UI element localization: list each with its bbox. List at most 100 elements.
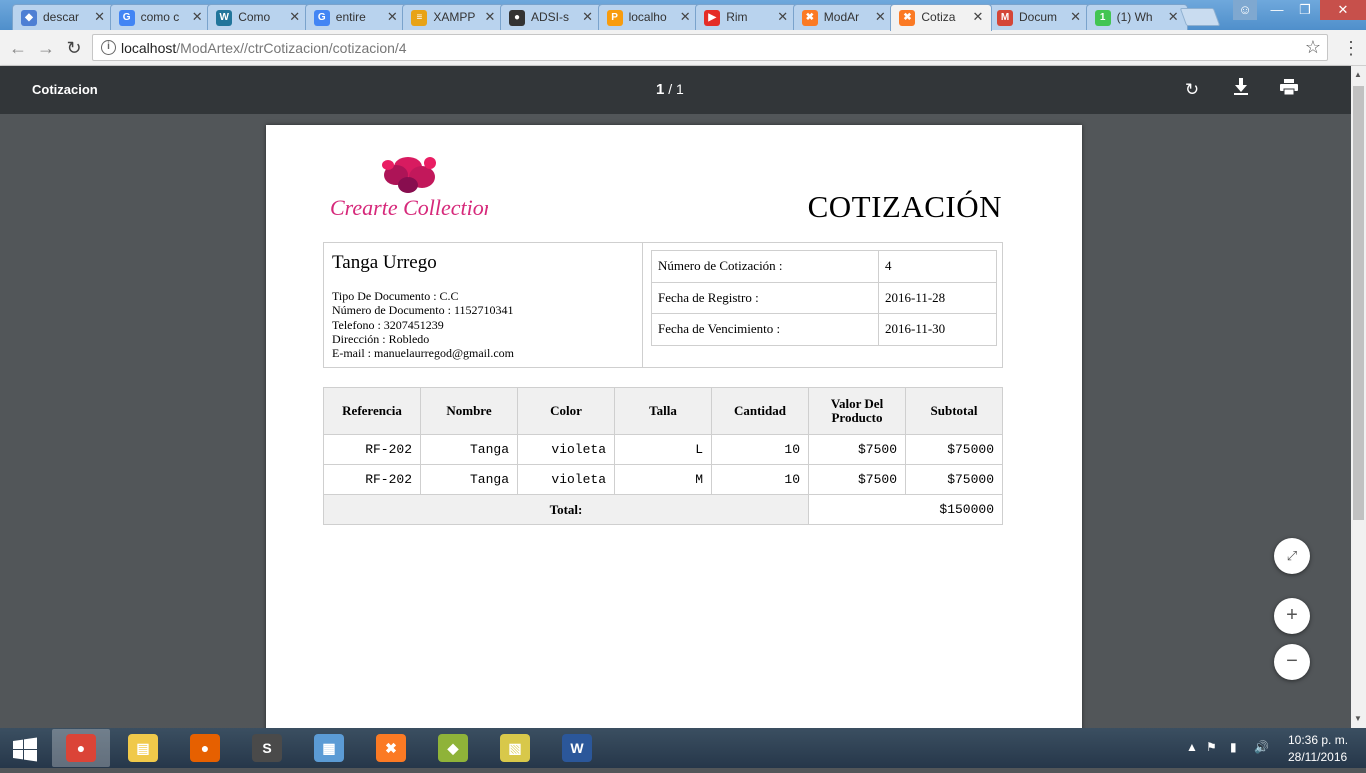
table-cell: $7500 bbox=[808, 434, 906, 465]
tab-close-icon[interactable]: ✕ bbox=[1070, 9, 1081, 25]
reload-icon[interactable]: ↻ bbox=[64, 38, 84, 58]
table-row: RF-202 Tanga violeta M 10 $7500 $75000 bbox=[323, 464, 1003, 495]
file-explorer-icon: ▤ bbox=[128, 734, 158, 762]
bookmark-star-icon[interactable]: ☆ bbox=[1305, 37, 1321, 58]
fit-to-page-icon[interactable]: ⤢ bbox=[1274, 538, 1310, 574]
tab-label: localho bbox=[628, 10, 667, 24]
meta-value: 4 bbox=[878, 250, 997, 283]
tab[interactable]: Gcomo c ✕ bbox=[109, 4, 212, 30]
tab-close-icon[interactable]: ✕ bbox=[289, 9, 300, 25]
back-icon[interactable]: ← bbox=[8, 38, 28, 58]
taskbar-control-panel[interactable]: ▦ bbox=[300, 729, 358, 767]
control-panel-icon: ▦ bbox=[314, 734, 344, 762]
tab-close-icon[interactable]: ✕ bbox=[582, 9, 593, 25]
taskbar-git[interactable]: ◆ bbox=[424, 729, 482, 767]
tab[interactable]: ✖ Cotiza ✕ bbox=[890, 4, 993, 31]
taskbar-sublime-text[interactable]: S bbox=[238, 729, 296, 767]
table-cell: RF-202 bbox=[323, 464, 421, 495]
tab[interactable]: Plocalho ✕ bbox=[597, 4, 700, 30]
table-cell: RF-202 bbox=[323, 434, 421, 465]
tab[interactable]: W Como ✕ bbox=[207, 4, 310, 30]
tab[interactable]: 1 (1) Wh ✕ bbox=[1085, 4, 1188, 30]
client-name: Tanga Urrego bbox=[332, 252, 437, 273]
tab-close-icon[interactable]: ✕ bbox=[777, 9, 788, 25]
taskbar-file-explorer[interactable]: ▤ bbox=[114, 729, 172, 767]
page-separator: / bbox=[668, 81, 673, 97]
scroll-thumb[interactable] bbox=[1353, 86, 1364, 520]
tab-label: (1) Wh bbox=[1116, 10, 1153, 24]
tab[interactable]: M Docum ✕ bbox=[988, 4, 1090, 30]
tab[interactable]: ✖ ModAr ✕ bbox=[792, 4, 895, 30]
menu-icon[interactable]: ⋮ bbox=[1342, 38, 1360, 58]
meta-row: Número de Cotización :4 bbox=[651, 250, 997, 283]
clock-date[interactable]: 28/11/2016 bbox=[1288, 750, 1347, 764]
page-indicator: 1 / 1 bbox=[656, 81, 684, 98]
close-window-button[interactable]: ✕ bbox=[1320, 0, 1366, 20]
scroll-down-icon[interactable]: ▼ bbox=[1354, 714, 1362, 723]
xampp-icon: ✖ bbox=[899, 10, 916, 26]
sublime-text-icon: S bbox=[252, 734, 282, 762]
header-cell: Talla bbox=[614, 387, 712, 435]
flag-icon[interactable]: ⚑ bbox=[1206, 740, 1217, 754]
taskbar-chrome[interactable]: ● bbox=[52, 729, 110, 767]
table-cell: Tanga bbox=[420, 434, 518, 465]
new-tab-button[interactable] bbox=[1179, 8, 1221, 26]
client-detail-doc-number: Número de Documento : 1152710341 bbox=[332, 303, 514, 318]
url-text[interactable]: localhost/ModArtex//ctrCotizacion/cotiza… bbox=[121, 40, 407, 56]
table-cell: M bbox=[614, 464, 712, 495]
volume-icon[interactable]: 🔊 bbox=[1254, 740, 1269, 754]
tab-close-icon[interactable]: ✕ bbox=[94, 9, 105, 25]
print-icon[interactable] bbox=[1277, 78, 1301, 102]
sticky-notes-icon: ▧ bbox=[500, 734, 530, 762]
rotate-icon[interactable]: ↻ bbox=[1180, 78, 1204, 102]
info-icon[interactable]: i bbox=[101, 40, 116, 55]
clock-time[interactable]: 10:36 p. m. bbox=[1288, 733, 1348, 747]
forward-icon[interactable]: → bbox=[36, 38, 56, 58]
scrollbar[interactable]: ▲ ▼ bbox=[1351, 66, 1366, 728]
address-bar[interactable]: i localhost/ModArtex//ctrCotizacion/coti… bbox=[92, 34, 1328, 61]
scroll-up-icon[interactable]: ▲ bbox=[1354, 70, 1362, 79]
header-cell: Nombre bbox=[420, 387, 518, 435]
phpmyadmin-icon: P bbox=[606, 10, 623, 26]
meta-label: Número de Cotización : bbox=[651, 250, 879, 283]
tab-label: ModAr bbox=[823, 10, 860, 24]
url-host: localhost bbox=[121, 40, 177, 56]
tab[interactable]: Gentire ✕ bbox=[304, 4, 407, 30]
system-tray: ▲ ⚑ ▮ 🔊 10:36 p. m. 28/11/2016 bbox=[1180, 728, 1366, 768]
taskbar-sticky-notes[interactable]: ▧ bbox=[486, 729, 544, 767]
minimize-button[interactable]: — bbox=[1263, 0, 1291, 20]
pdf-page: Crearte Collection COTIZACIÓN Tanga Urre… bbox=[266, 125, 1082, 728]
xampp-icon: ✖ bbox=[801, 10, 818, 26]
tab-close-icon[interactable]: ✕ bbox=[680, 9, 691, 25]
current-page[interactable]: 1 bbox=[656, 81, 664, 98]
pdf-toolbar: Cotizacion 1 / 1 ↻ bbox=[0, 66, 1351, 114]
youtube-icon: ▶ bbox=[704, 10, 721, 26]
tab[interactable]: ▶ Rim ✕ bbox=[695, 4, 798, 30]
tab-close-icon[interactable]: ✕ bbox=[875, 9, 886, 25]
download-icon[interactable] bbox=[1229, 78, 1253, 102]
tab[interactable]: ≡ XAMPP ✕ bbox=[402, 4, 505, 30]
pdf-title: Cotizacion bbox=[32, 82, 98, 97]
signal-icon[interactable]: ▮ bbox=[1230, 740, 1237, 754]
tab[interactable]: ● ADSI-s ✕ bbox=[500, 4, 602, 30]
tab-close-icon[interactable]: ✕ bbox=[484, 9, 495, 25]
taskbar-firefox[interactable]: ● bbox=[176, 729, 234, 767]
tab-close-icon[interactable]: ✕ bbox=[972, 9, 983, 25]
chrome-icon: ● bbox=[66, 734, 96, 762]
taskbar-xampp[interactable]: ✖ bbox=[362, 729, 420, 767]
header-cell: Cantidad bbox=[711, 387, 809, 435]
tab-label: XAMPP bbox=[433, 10, 476, 24]
windows-start-icon[interactable] bbox=[0, 728, 50, 768]
tab-close-icon[interactable]: ✕ bbox=[1168, 9, 1179, 25]
chevron-up-icon[interactable]: ▲ bbox=[1186, 740, 1198, 754]
taskbar-word[interactable]: W bbox=[548, 729, 606, 767]
zoom-out-icon[interactable]: − bbox=[1274, 644, 1310, 680]
user-icon[interactable]: ☺ bbox=[1233, 0, 1257, 20]
tab-close-icon[interactable]: ✕ bbox=[192, 9, 203, 25]
tab-label: Como bbox=[238, 10, 271, 24]
restore-button[interactable]: ❐ bbox=[1291, 0, 1319, 20]
tab[interactable]: ◆ descar ✕ bbox=[12, 4, 114, 30]
tab-close-icon[interactable]: ✕ bbox=[387, 9, 398, 25]
zoom-in-icon[interactable]: + bbox=[1274, 598, 1310, 634]
logo: Crearte Collection bbox=[328, 145, 495, 221]
